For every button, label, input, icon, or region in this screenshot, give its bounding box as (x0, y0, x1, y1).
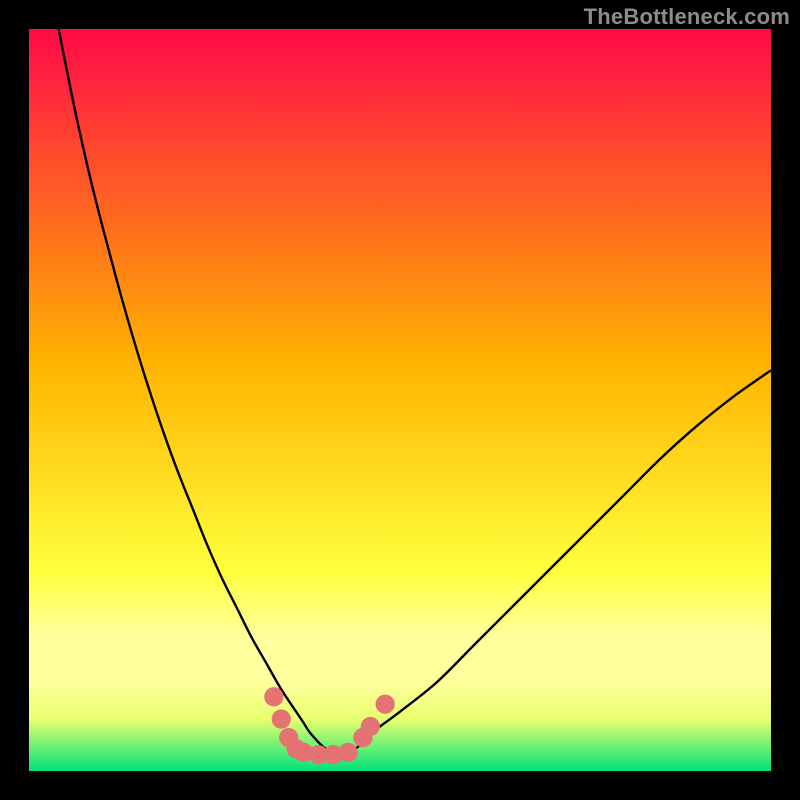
gradient-background (29, 29, 771, 771)
bottleneck-chart (29, 29, 771, 771)
highlight-dot (338, 743, 357, 762)
highlight-dot (376, 695, 395, 714)
highlight-dot (264, 687, 283, 706)
chart-frame: TheBottleneck.com (0, 0, 800, 800)
highlight-dot (361, 717, 380, 736)
highlight-dot (272, 709, 291, 728)
watermark-label: TheBottleneck.com (584, 4, 790, 30)
plot-area (29, 29, 771, 771)
